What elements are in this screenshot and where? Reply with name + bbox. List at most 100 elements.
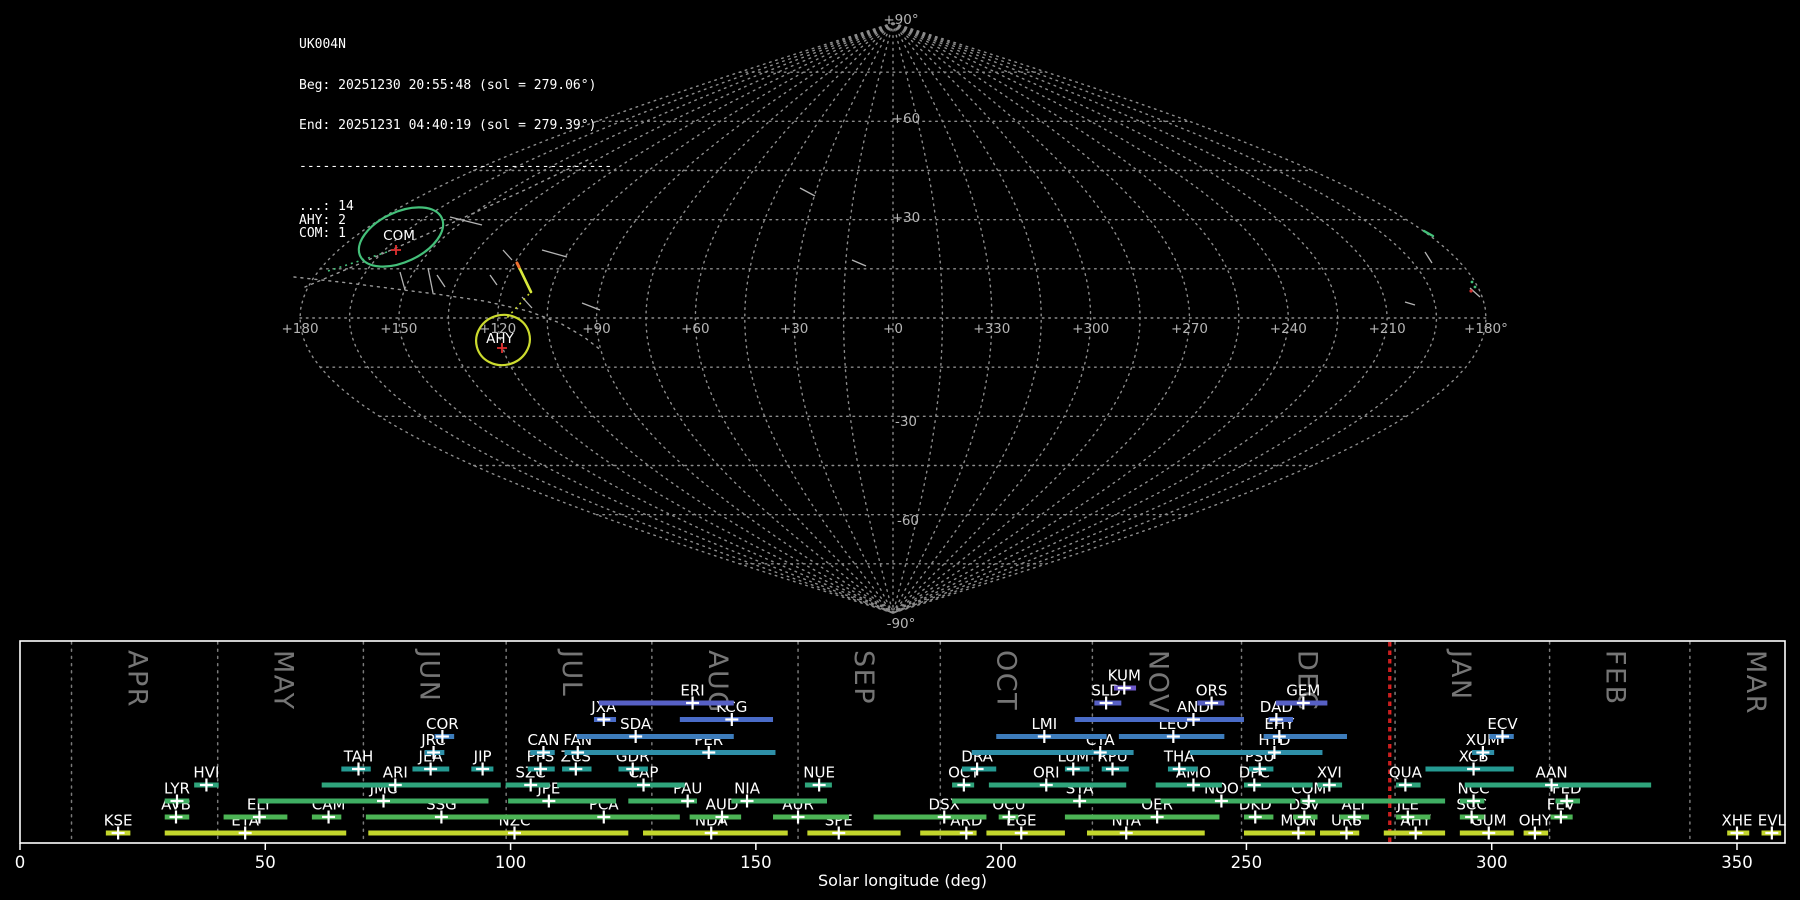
shower-code-label: ETA bbox=[231, 812, 259, 830]
separator-line: ---------------------------------------- bbox=[299, 158, 613, 174]
radiant-marker bbox=[391, 245, 401, 255]
shower-code-label: AHY bbox=[1400, 812, 1432, 830]
lon-label: +300 bbox=[1072, 321, 1109, 337]
shower-code-label: COM bbox=[1291, 780, 1326, 798]
shower-code-label: OCT bbox=[948, 764, 980, 782]
shower-xcb: XCB bbox=[1425, 748, 1514, 776]
activity-bar bbox=[1064, 814, 1220, 820]
shower-code-label: SSG bbox=[426, 796, 457, 814]
activity-bar bbox=[368, 830, 629, 836]
activity-bar bbox=[1300, 798, 1446, 804]
shower-code-label: LYR bbox=[164, 780, 190, 798]
activity-bar bbox=[598, 700, 734, 706]
activity-bar bbox=[773, 814, 850, 820]
activity-bar bbox=[576, 734, 734, 739]
lon-label: +180 bbox=[281, 321, 318, 337]
shower-code-label: XVI bbox=[1317, 764, 1342, 782]
activity-bar bbox=[1074, 717, 1244, 722]
shower-jip: JIP bbox=[471, 748, 494, 776]
meteor-trail bbox=[1404, 301, 1416, 306]
activity-timeline: APR MAY JUN JUL AUG SEP OCT NOV DEC JAN FEB MARKSE E… bbox=[15, 640, 1787, 890]
shower-code-label: XUM bbox=[1466, 731, 1500, 749]
shower-code-label: CAN bbox=[527, 731, 559, 749]
shower-code-label: COR bbox=[426, 715, 459, 733]
lat-label: +60 bbox=[892, 111, 921, 127]
meteor-trail bbox=[521, 296, 533, 309]
shower-code-label: FAN bbox=[563, 731, 592, 749]
red-dot bbox=[1469, 289, 1473, 293]
meteor-trail bbox=[1424, 251, 1433, 264]
lat-label: +30 bbox=[892, 210, 921, 226]
trail-tip bbox=[515, 261, 521, 269]
shower-code-label: FEV bbox=[1547, 796, 1576, 814]
lon-label: +180° bbox=[1464, 321, 1508, 337]
shower-code-label: URS bbox=[1331, 812, 1362, 830]
shower-gem: GEM bbox=[1275, 682, 1328, 710]
shower-code-label: AAN bbox=[1535, 764, 1567, 782]
shower-code-label: DPC bbox=[1239, 764, 1270, 782]
lat-label: -60 bbox=[897, 513, 919, 529]
shower-code-label: NTA bbox=[1111, 812, 1141, 830]
end-time: End: 20251231 04:40:19 (sol = 279.39°) bbox=[299, 118, 597, 133]
shower-code-label: AUD bbox=[706, 796, 739, 814]
activity-bar bbox=[1086, 830, 1205, 836]
activity-bar bbox=[952, 798, 1151, 804]
begin-time: Beg: 20251230 20:55:48 (sol = 279.06°) bbox=[299, 77, 597, 93]
month-label: FEB bbox=[1600, 650, 1631, 706]
lon-label: +240 bbox=[1270, 321, 1307, 337]
shower-ohy: OHY bbox=[1519, 812, 1552, 840]
shower-code-label: PCA bbox=[589, 796, 620, 814]
green-dot bbox=[1473, 285, 1477, 289]
shower-code-label: SDA bbox=[620, 715, 652, 733]
shower-code-label: ARI bbox=[383, 764, 408, 782]
axis-tick-label: 50 bbox=[255, 853, 276, 872]
shower-nue: NUE bbox=[803, 764, 835, 792]
shower-code-label: PER bbox=[694, 731, 723, 749]
shower-code-label: ECV bbox=[1487, 715, 1518, 733]
shower-code-label: CTA bbox=[1086, 731, 1115, 749]
lon-label: +30 bbox=[780, 321, 809, 337]
shower-code-label: ELY bbox=[247, 796, 273, 814]
meteor-trail bbox=[541, 249, 568, 258]
shower-code-label: QUA bbox=[1389, 764, 1423, 782]
count-line: ...: 14 bbox=[299, 199, 354, 214]
reference-curve bbox=[293, 276, 603, 352]
shower-kse: KSE bbox=[104, 812, 133, 840]
lon-label: +270 bbox=[1171, 321, 1208, 337]
shower-code-label: NZC bbox=[499, 812, 531, 830]
shower-code-label: CAM bbox=[312, 796, 346, 814]
meteor-trail bbox=[502, 249, 513, 261]
shower-code-label: JMC bbox=[369, 780, 398, 798]
activity-bar bbox=[508, 798, 617, 804]
activity-bar bbox=[689, 814, 742, 820]
shower-tah: TAH bbox=[341, 748, 373, 776]
month-label: JAN bbox=[1445, 648, 1476, 701]
activity-bar bbox=[1160, 798, 1296, 804]
activity-bar bbox=[1320, 830, 1360, 836]
green-dot bbox=[1470, 280, 1474, 284]
shower-lyr: LYR bbox=[164, 780, 190, 808]
activity-bar bbox=[873, 814, 987, 820]
shower-code-label: KSE bbox=[104, 812, 133, 830]
month-label: SEP bbox=[848, 650, 879, 705]
activity-bar bbox=[1190, 750, 1323, 755]
info-panel: UK004N Beg: 20251230 20:55:48 (sol = 279… bbox=[299, 11, 613, 240]
shower-code-label: XHE bbox=[1721, 812, 1752, 830]
activity-bar bbox=[807, 830, 901, 836]
month-label: JUL bbox=[556, 648, 587, 697]
month-label: OCT bbox=[990, 650, 1021, 711]
axis-tick-label: 0 bbox=[15, 853, 26, 872]
shower-code-label: STA bbox=[1066, 780, 1095, 798]
shower-code-label: EGE bbox=[1006, 812, 1037, 830]
shower-code-label: GEM bbox=[1286, 682, 1320, 700]
meteor-trail bbox=[427, 267, 434, 294]
axis-tick-label: 200 bbox=[985, 853, 1017, 872]
shower-code-label: ORS bbox=[1196, 682, 1228, 700]
shower-code-label: NIA bbox=[734, 780, 761, 798]
shower-code-label: LMI bbox=[1031, 715, 1057, 733]
shower-code-label: JLE bbox=[1396, 796, 1419, 814]
month-label: MAR bbox=[1740, 650, 1771, 715]
lon-label: +90 bbox=[582, 321, 611, 337]
lat-label: -90° bbox=[887, 616, 916, 632]
shower-code-label: HVI bbox=[193, 764, 219, 782]
